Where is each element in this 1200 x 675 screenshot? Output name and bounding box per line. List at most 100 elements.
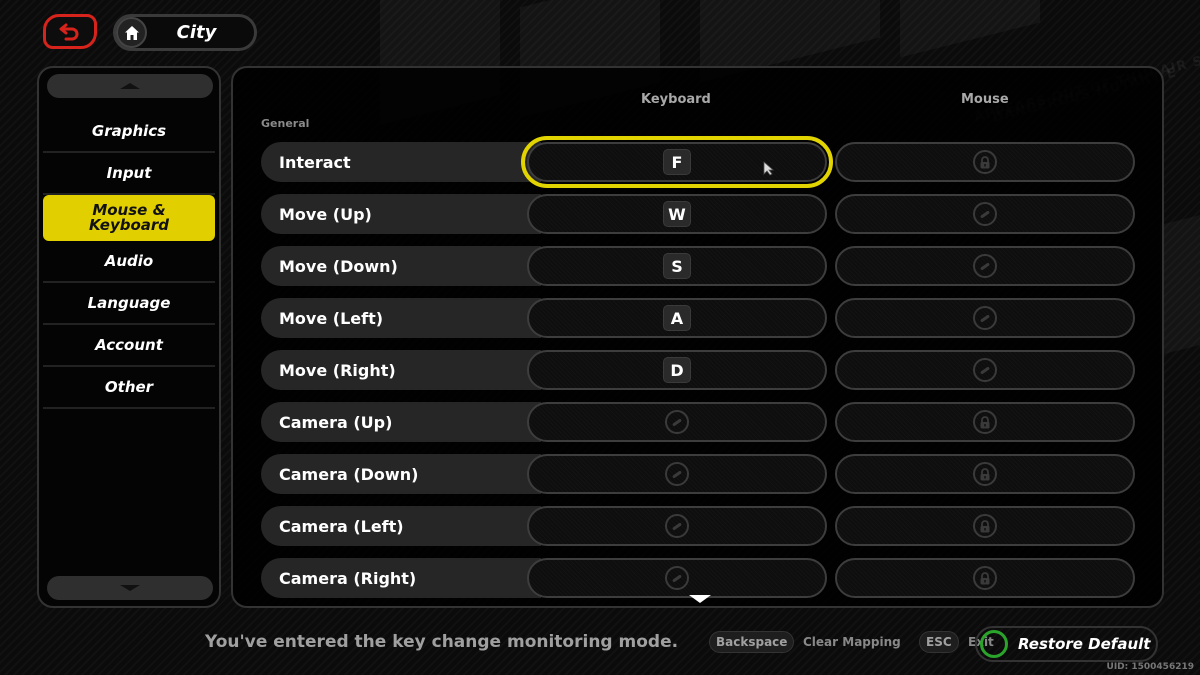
section-label-general: General (261, 117, 310, 130)
keybinding-row: Camera (Down) (261, 454, 1137, 494)
action-label: Move (Right) (261, 350, 541, 390)
house-icon (124, 25, 139, 40)
keybinding-row: Move (Right) D (261, 350, 1137, 390)
slash-mark (672, 417, 682, 427)
esc-key-hint: ESC (919, 631, 959, 653)
slash-mark (980, 261, 990, 271)
keycap: D (663, 357, 691, 383)
background-logo-shape (900, 0, 1040, 58)
keyboard-binding-slot[interactable]: F (521, 136, 833, 188)
action-label: Move (Down) (261, 246, 541, 286)
keybinding-row: Interact F (261, 136, 1137, 188)
keyboard-binding-slot[interactable] (527, 454, 827, 494)
keyboard-column-header: Keyboard (641, 92, 711, 107)
lock-icon (973, 566, 997, 590)
unbound-icon (665, 514, 689, 538)
keyboard-binding-slot[interactable] (527, 402, 827, 442)
mouse-cursor-icon (763, 161, 775, 180)
sidebar-item-account[interactable]: Account (43, 325, 215, 367)
keybinding-panel: Keyboard Mouse General Interact F Move (Up… (231, 66, 1164, 608)
lock-icon (973, 410, 997, 434)
unbound-icon (973, 254, 997, 278)
keybinding-row: Camera (Left) (261, 506, 1137, 546)
sidebar-item-mouse-keyboard[interactable]: Mouse & Keyboard (43, 195, 215, 241)
keycap: W (663, 201, 691, 227)
unbound-icon (973, 306, 997, 330)
mouse-binding-slot[interactable] (835, 506, 1135, 546)
slash-mark (980, 209, 990, 219)
sidebar-item-label: Mouse & Keyboard (88, 201, 170, 234)
mouse-binding-slot[interactable] (835, 194, 1135, 234)
location-indicator: City (113, 14, 257, 51)
action-label: Move (Up) (261, 194, 541, 234)
sidebar-scroll-up-button[interactable] (47, 74, 213, 98)
keyboard-binding-slot[interactable]: A (527, 298, 827, 338)
sidebar-item-graphics[interactable]: Graphics (43, 111, 215, 153)
keycap: F (663, 149, 691, 175)
unbound-icon (665, 566, 689, 590)
sidebar-item-label: Language (87, 293, 171, 312)
unbound-icon (973, 202, 997, 226)
mouse-binding-slot[interactable] (835, 558, 1135, 598)
status-message: You've entered the key change monitoring… (205, 632, 679, 652)
slash-mark (672, 573, 682, 583)
keyboard-binding-slot[interactable] (527, 558, 827, 598)
action-label: Camera (Right) (261, 558, 541, 598)
mouse-binding-slot[interactable] (835, 454, 1135, 494)
action-label: Move (Left) (261, 298, 541, 338)
keybinding-list[interactable]: Interact F Move (Up) W Move (Down) S Move (Lef… (261, 136, 1137, 606)
keyboard-binding-slot[interactable]: W (527, 194, 827, 234)
action-label: Camera (Left) (261, 506, 541, 546)
backspace-key-hint: Backspace (709, 631, 795, 653)
unbound-icon (665, 462, 689, 486)
keybinding-row: Camera (Right) (261, 558, 1137, 598)
keyboard-binding-slot[interactable]: D (527, 350, 827, 390)
scroll-down-indicator-icon[interactable] (689, 595, 711, 603)
mouse-binding-slot[interactable] (835, 298, 1135, 338)
slash-mark (980, 365, 990, 375)
keyboard-binding-slot[interactable] (527, 506, 827, 546)
keycap: A (663, 305, 691, 331)
back-button[interactable] (43, 14, 97, 49)
sidebar-item-label: Graphics (91, 121, 167, 140)
location-label: City (176, 22, 217, 43)
sidebar-scroll-down-button[interactable] (47, 576, 213, 600)
keybinding-row: Camera (Up) (261, 402, 1137, 442)
user-id: UID: 1500456219 (1106, 662, 1194, 672)
keybinding-row: Move (Left) A (261, 298, 1137, 338)
home-button[interactable] (116, 17, 147, 48)
sidebar-item-input[interactable]: Input (43, 153, 215, 195)
unbound-icon (665, 410, 689, 434)
sidebar-item-language[interactable]: Language (43, 283, 215, 325)
sidebar-item-other[interactable]: Other (43, 367, 215, 409)
mouse-binding-slot[interactable] (835, 246, 1135, 286)
sidebar-item-label: Audio (104, 251, 154, 270)
keybinding-row: Move (Up) W (261, 194, 1137, 234)
settings-sidebar: Graphics Input Mouse & Keyboard Audio La… (37, 66, 221, 608)
unbound-icon (973, 358, 997, 382)
mouse-binding-slot[interactable] (835, 402, 1135, 442)
sidebar-item-label: Account (95, 335, 163, 354)
keybinding-row: Move (Down) S (261, 246, 1137, 286)
mouse-binding-slot[interactable] (835, 350, 1135, 390)
keycap: S (663, 253, 691, 279)
mouse-column-header: Mouse (961, 92, 1009, 107)
mouse-binding-slot[interactable] (835, 142, 1135, 182)
sidebar-list: Graphics Input Mouse & Keyboard Audio La… (43, 111, 215, 409)
undo-arrow-icon (59, 23, 79, 40)
triangle-down-icon (120, 585, 140, 591)
restore-default-button[interactable]: Restore Default (975, 626, 1158, 662)
action-label: Camera (Down) (261, 454, 541, 494)
lock-icon (973, 514, 997, 538)
sidebar-item-audio[interactable]: Audio (43, 241, 215, 283)
keyboard-binding-slot[interactable]: S (527, 246, 827, 286)
slash-mark (672, 521, 682, 531)
action-label: Camera (Up) (261, 402, 541, 442)
sidebar-item-label: Other (104, 377, 154, 396)
triangle-up-icon (120, 83, 140, 89)
clear-mapping-button[interactable]: Clear Mapping (803, 635, 901, 649)
restore-default-label: Restore Default (1018, 635, 1151, 653)
lock-icon (973, 150, 997, 174)
sidebar-item-label: Input (106, 163, 152, 182)
confirm-ring-icon (980, 630, 1008, 658)
